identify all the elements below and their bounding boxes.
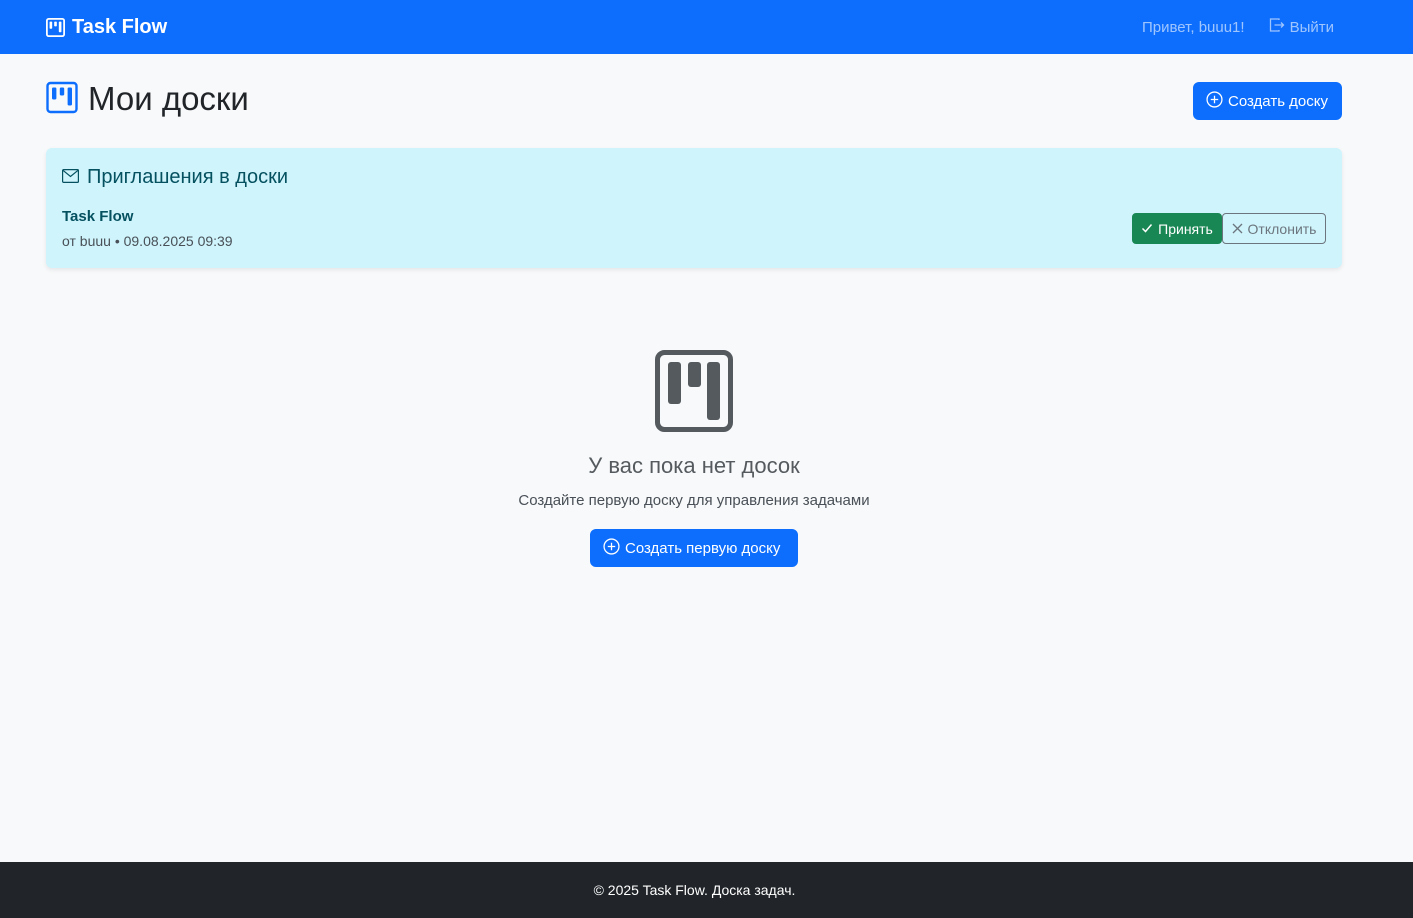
logout-link[interactable]: Выйти bbox=[1269, 17, 1334, 37]
user-greeting: Привет, buuu1! bbox=[1142, 18, 1245, 36]
plus-circle-icon bbox=[1206, 90, 1223, 112]
page-title: Мои доски bbox=[88, 80, 249, 117]
invite-board-name: Task Flow bbox=[62, 208, 134, 225]
kanban-icon bbox=[46, 17, 65, 37]
accept-label: Принять bbox=[1158, 220, 1213, 237]
logout-label: Выйти bbox=[1289, 18, 1334, 36]
invite-meta: от buuu • 09.08.2025 09:39 bbox=[62, 233, 233, 249]
create-board-label: Создать доску bbox=[1228, 92, 1328, 110]
invitations-title: Приглашения в доски bbox=[87, 166, 288, 188]
empty-state-title: У вас пока нет досок bbox=[588, 453, 800, 478]
decline-label: Отклонить bbox=[1247, 220, 1317, 237]
close-icon bbox=[1232, 221, 1243, 237]
brand-label: Task Flow bbox=[72, 15, 168, 38]
logout-icon bbox=[1269, 17, 1285, 37]
invitations-header: Приглашения в доски bbox=[62, 166, 288, 189]
empty-state-subtitle: Создайте первую доску для управления зад… bbox=[518, 492, 870, 509]
check-icon bbox=[1141, 221, 1153, 237]
create-first-board-button[interactable]: Создать первую доску bbox=[590, 529, 798, 567]
footer: © 2025 Task Flow. Доска задач. bbox=[0, 862, 1413, 918]
invitations-panel: Приглашения в доски Task Flow от buuu • … bbox=[46, 148, 1342, 268]
kanban-icon bbox=[46, 81, 78, 119]
create-board-button[interactable]: Создать доску bbox=[1193, 82, 1342, 120]
navbar: Task Flow Привет, buuu1! Выйти bbox=[0, 0, 1413, 54]
footer-text: © 2025 Task Flow. Доска задач. bbox=[593, 882, 796, 898]
decline-invite-button[interactable]: Отклонить bbox=[1222, 213, 1326, 244]
brand-link[interactable]: Task Flow bbox=[46, 15, 167, 39]
plus-circle-icon bbox=[603, 537, 620, 559]
create-first-board-label: Создать первую доску bbox=[625, 539, 781, 557]
kanban-icon bbox=[655, 350, 733, 437]
envelope-icon bbox=[62, 166, 80, 189]
nav-user-area: Привет, buuu1! Выйти bbox=[1142, 16, 1334, 38]
accept-invite-button[interactable]: Принять bbox=[1132, 213, 1222, 244]
